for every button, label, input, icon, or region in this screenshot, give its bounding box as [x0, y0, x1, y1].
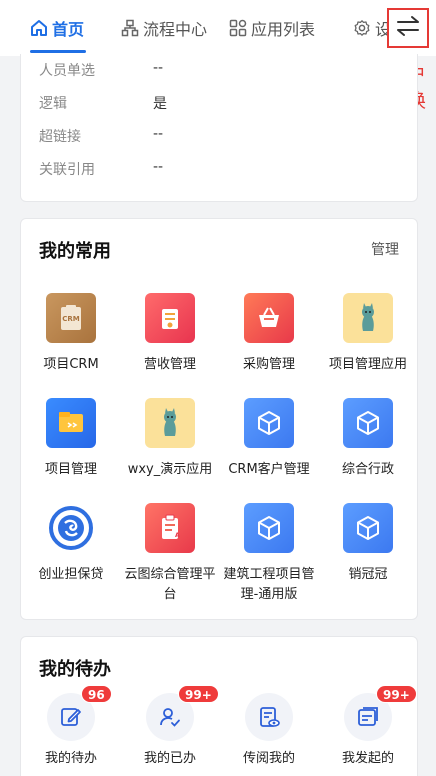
todo-label: 我的待办 [44, 751, 97, 766]
todos-title: 我的待办 [39, 659, 111, 680]
field-value: -- [153, 60, 164, 76]
favorites-title: 我的常用 [39, 241, 111, 262]
cube-icon [343, 503, 393, 553]
tab-app-list[interactable]: 应用列表 [229, 17, 315, 39]
todos-card: 我的待办 96 我的待办 99+ 我的已办 传阅我的 99+ 我发起的 [20, 636, 418, 776]
active-tab-indicator [30, 50, 86, 53]
svg-text:A: A [175, 532, 180, 539]
field-label: 超链接 [39, 129, 81, 145]
todo-item[interactable]: 99+ 我发起的 [318, 685, 418, 766]
grid-icon [229, 19, 247, 37]
app-label: 建筑工程项目管理-通用版 [223, 567, 315, 602]
tab-flow-center-label: 流程中心 [143, 20, 208, 39]
app-item[interactable]: 创业担保贷 [21, 503, 121, 585]
favorites-card: 我的常用 管理 CRM 项目CRM 营收管理 采购管理 项目管理应用 项目管理 [20, 218, 418, 620]
app-label: 云图综合管理平台 [124, 567, 216, 602]
tab-home-label: 首页 [52, 20, 85, 39]
app-item[interactable]: A 云图综合管理平台 [120, 503, 220, 605]
todo-label: 我的已办 [143, 751, 196, 766]
app-item[interactable]: CRM客户管理 [219, 398, 319, 480]
portal-switch-button[interactable] [387, 8, 429, 48]
app-label: 项目管理应用 [328, 357, 407, 372]
tab-app-list-label: 应用列表 [251, 20, 316, 39]
field-label: 关联引用 [39, 162, 95, 178]
todo-label: 我发起的 [341, 751, 394, 766]
form-info-card: 人员单选 -- 逻辑 是 超链接 -- 关联引用 -- [20, 54, 418, 202]
app-label: 销冠冠 [348, 567, 388, 582]
app-label: 项目管理 [44, 462, 97, 477]
clipboard-icon: A [145, 503, 195, 553]
app-item[interactable]: CRM 项目CRM [21, 293, 121, 375]
cube-icon [244, 398, 294, 448]
app-label: 项目CRM [43, 357, 99, 372]
cat-icon [145, 398, 195, 448]
crm-icon: CRM [46, 293, 96, 343]
cube-icon [244, 503, 294, 553]
field-value: -- [153, 159, 164, 175]
initiated-count-badge: 99+ [376, 685, 417, 703]
app-item[interactable]: 综合行政 [318, 398, 418, 480]
todo-item[interactable]: 传阅我的 [219, 693, 319, 766]
cube-icon [343, 398, 393, 448]
app-item[interactable]: 销冠冠 [318, 503, 418, 585]
manage-button[interactable]: 管理 [371, 239, 399, 259]
app-item[interactable]: 项目管理 [21, 398, 121, 480]
cat-icon [343, 293, 393, 343]
home-icon [30, 19, 48, 37]
app-label: wxy_演示应用 [127, 462, 213, 477]
app-label: CRM客户管理 [228, 462, 310, 477]
doc-eye-icon [245, 693, 293, 741]
done-count-badge: 99+ [178, 685, 219, 703]
flow-icon [121, 19, 139, 37]
tab-home[interactable]: 首页 [30, 17, 84, 39]
app-label: 创业担保贷 [38, 567, 104, 582]
todo-item[interactable]: 99+ 我的已办 [120, 685, 220, 766]
app-item[interactable]: 采购管理 [219, 293, 319, 375]
top-nav: 首页 流程中心 应用列表 设 [0, 0, 436, 56]
field-value: 是 [153, 96, 167, 112]
revenue-icon [145, 293, 195, 343]
app-label: 采购管理 [242, 357, 295, 372]
ring-logo-icon [46, 503, 96, 553]
field-label: 逻辑 [39, 96, 67, 112]
gear-icon [353, 19, 371, 37]
svg-text:CRM: CRM [62, 315, 80, 323]
todo-label: 传阅我的 [242, 751, 295, 766]
app-item[interactable]: 营收管理 [120, 293, 220, 375]
todo-count-badge: 96 [81, 685, 112, 703]
tab-settings[interactable]: 设 [353, 17, 391, 39]
folder-icon [46, 398, 96, 448]
app-item[interactable]: 项目管理应用 [318, 293, 418, 375]
app-label: 营收管理 [143, 357, 196, 372]
tab-flow-center[interactable]: 流程中心 [121, 17, 207, 39]
field-value: -- [153, 126, 164, 142]
todo-item[interactable]: 96 我的待办 [21, 685, 121, 766]
app-label: 综合行政 [341, 462, 394, 477]
switch-arrows-icon [395, 15, 421, 41]
basket-icon [244, 293, 294, 343]
app-item[interactable]: 建筑工程项目管理-通用版 [219, 503, 319, 605]
app-item[interactable]: wxy_演示应用 [120, 398, 220, 480]
field-label: 人员单选 [39, 63, 95, 79]
